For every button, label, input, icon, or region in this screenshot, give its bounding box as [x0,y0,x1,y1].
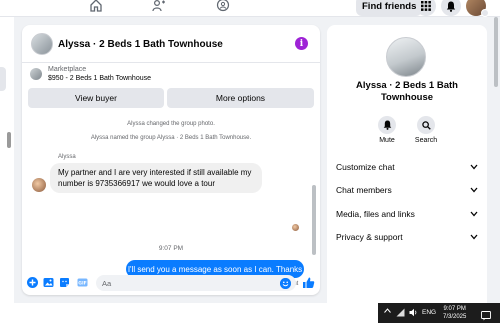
friends-icon[interactable] [151,0,167,13]
group-photo[interactable] [386,37,426,77]
system-message: Alyssa named the group Alyssa · 2 Beds 1… [90,135,252,141]
chevron-down-icon [470,234,478,240]
left-scrollbar[interactable] [7,132,11,148]
sticker-icon[interactable] [59,277,70,288]
notification-center-icon[interactable] [481,308,491,321]
tray-chevron-up-icon[interactable] [384,308,391,315]
section-label: Privacy & support [336,232,403,242]
clock-date: 7/3/2025 [443,314,467,320]
customize-chat-row[interactable]: Customize chat [336,159,478,175]
marketplace-listing[interactable]: Marketplace $950 - 2 Beds 1 Bath Townhou… [22,63,320,89]
bell-icon[interactable] [378,116,396,134]
chat-scrollbar[interactable] [312,185,316,255]
sender-name: Alyssa [58,154,76,160]
clock-time: 9:07 PM [443,306,466,312]
chat-members-row[interactable]: Chat members [336,182,478,198]
chevron-down-icon [470,211,478,217]
message-composer: GIF Aa [22,271,320,295]
emoji-icon[interactable] [280,278,291,289]
read-receipt-avatar [292,224,299,231]
page-scroll-thumb[interactable] [494,17,498,87]
top-navigation-bar: Find friends [0,0,500,17]
media-files-links-row[interactable]: Media, files and links [336,206,478,222]
section-label: Customize chat [336,162,395,172]
section-label: Media, files and links [336,209,415,219]
mute-button[interactable]: Mute [367,116,407,144]
search-label: Search [414,137,438,144]
section-label: Chat members [336,185,392,195]
left-conversation-list [0,17,14,303]
find-friends-button[interactable]: Find friends [356,0,423,16]
marketplace-label: Marketplace [48,66,87,73]
conversation-item[interactable] [0,67,6,91]
thumbs-up-icon[interactable] [302,276,315,289]
groups-icon[interactable] [215,0,231,13]
message-input[interactable]: Aa [96,275,296,291]
listing-thumbnail [30,68,42,80]
photo-icon[interactable] [43,277,54,288]
search-icon[interactable] [417,116,435,134]
taskbar-empty-area [0,303,378,323]
language-indicator[interactable]: ENG [422,309,436,316]
notifications-bell-icon[interactable] [441,0,461,16]
view-buyer-button[interactable]: View buyer [28,88,164,108]
grid-menu-icon[interactable] [416,0,436,16]
sender-avatar[interactable] [32,178,46,192]
home-icon[interactable] [88,0,104,13]
info-icon[interactable]: i [295,37,308,50]
account-menu-chevron-icon[interactable] [481,9,489,17]
taskbar-clock[interactable]: 9:07 PM 7/3/2025 [443,305,466,321]
plus-icon[interactable] [27,277,38,288]
network-icon[interactable] [396,308,405,319]
incoming-message-bubble[interactable]: My partner and I are very interested if … [50,163,262,193]
mute-label: Mute [379,137,395,144]
more-options-button[interactable]: More options [167,88,314,108]
group-avatar[interactable] [31,33,53,55]
chat-title[interactable]: Alyssa · 2 Beds 1 Bath Townhouse [58,39,223,50]
volume-icon[interactable] [409,308,418,319]
details-title: Alyssa · 2 Beds 1 Bath Townhouse [356,80,458,103]
page-scrollbar[interactable] [492,17,500,303]
chat-header: Alyssa · 2 Beds 1 Bath Townhouse i [22,25,320,63]
message-list: Alyssa changed the group photo. Alyssa n… [22,113,320,287]
windows-taskbar: ENG 9:07 PM 7/3/2025 [0,303,500,323]
time-separator: 9:07 PM [158,245,184,252]
gif-icon[interactable]: GIF [77,277,88,288]
chevron-down-icon [470,187,478,193]
privacy-support-row[interactable]: Privacy & support [336,229,478,245]
chat-window: Alyssa · 2 Beds 1 Bath Townhouse i Marke… [22,25,320,295]
svg-text:GIF: GIF [78,281,86,287]
chat-details-panel: Alyssa · 2 Beds 1 Bath Townhouse Mute Se… [327,25,487,303]
search-button[interactable]: Search [406,116,446,144]
listing-actions: View buyer More options [28,88,314,108]
system-message: Alyssa changed the group photo. [127,121,215,127]
listing-title: $950 - 2 Beds 1 Bath Townhouse [48,75,152,82]
chevron-down-icon [470,164,478,170]
